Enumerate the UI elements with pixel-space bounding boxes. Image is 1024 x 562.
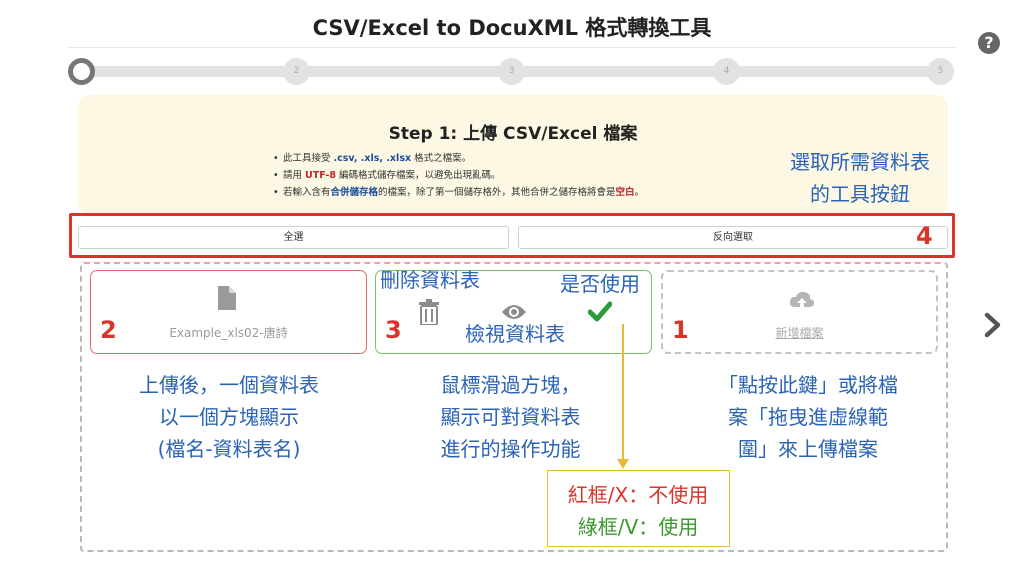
sheet-card-name: Example_xls02-唐詩 [169, 326, 288, 340]
annotation-number-4: 4 [916, 222, 933, 250]
annotation-number-3: 3 [385, 316, 402, 344]
encoding-highlight: UTF-8 [305, 170, 336, 181]
step-3-indicator[interactable]: 3 [498, 58, 525, 85]
cloud-upload-icon [789, 291, 815, 310]
select-all-button[interactable]: 全選 [78, 226, 509, 249]
sheet-card[interactable]: Example_xls02-唐詩 [90, 270, 367, 354]
add-file-card[interactable]: 新增檔案 [661, 270, 938, 354]
page-title: CSV/Excel to DocuXML 格式轉換工具 [312, 16, 712, 40]
annotation-number-2: 2 [100, 316, 117, 344]
annotation-legend: 紅框/X：不使用 綠框/V：使用 [547, 470, 730, 547]
merged-highlight: 合併儲存格 [330, 187, 379, 198]
blank-highlight: 空白 [615, 187, 635, 198]
trash-icon[interactable] [419, 299, 439, 325]
check-icon[interactable] [588, 301, 612, 323]
annotation-toolbar-note: 選取所需資料表 的工具按鈕 [790, 150, 930, 206]
step-2-indicator[interactable]: 2 [283, 58, 310, 85]
instruction-merged-cells: 若輸入含有合併儲存格的檔案，除了第一個儲存格外，其他合併之儲存格將會是空白。 [273, 184, 773, 201]
legend-not-used: 紅框/X：不使用 [567, 483, 709, 507]
annotation-connector [622, 324, 624, 462]
file-icon [218, 286, 236, 310]
instructions-list: 此工具接受 .csv, .xls, .xlsx 格式之檔案。 請用 UTF-8 … [273, 150, 773, 201]
annotation-hover-note: 鼠標滑過方塊， 顯示可對資料表 進行的操作功能 [440, 373, 581, 461]
annotation-number-1: 1 [672, 316, 689, 344]
add-file-link[interactable]: 新增檔案 [663, 324, 936, 341]
legend-used: 綠框/V：使用 [577, 515, 699, 539]
formats-highlight: .csv, .xls, .xlsx [333, 153, 412, 164]
invert-selection-button[interactable]: 反向選取 [518, 226, 948, 249]
step-1-indicator[interactable] [68, 58, 95, 85]
annotation-view-label: 檢視資料表 [465, 322, 565, 346]
annotation-upload-note: 「點按此鍵」或將檔 案「拖曳進虛線範 圍」來上傳檔案 [718, 373, 898, 461]
help-icon[interactable]: ? [978, 32, 1000, 54]
instruction-encoding: 請用 UTF-8 編碼格式儲存檔案，以避免出現亂碼。 [273, 167, 773, 184]
step-4-indicator[interactable]: 4 [713, 58, 740, 85]
step-5-indicator[interactable]: 5 [927, 58, 954, 85]
instruction-formats: 此工具接受 .csv, .xls, .xlsx 格式之檔案。 [273, 150, 773, 167]
annotation-delete-label: 刪除資料表 [380, 268, 480, 292]
progress-stepper: 2 3 4 5 [68, 58, 956, 86]
step-title: Step 1: 上傳 CSV/Excel 檔案 [388, 124, 638, 144]
annotation-arrowhead [617, 459, 629, 469]
annotation-sheet-note: 上傳後，一個資料表 以一個方塊顯示 (檔名-資料表名) [139, 373, 319, 461]
chevron-right-icon[interactable] [984, 312, 1002, 338]
annotation-use-label: 是否使用 [560, 272, 640, 296]
title-divider [68, 47, 956, 48]
